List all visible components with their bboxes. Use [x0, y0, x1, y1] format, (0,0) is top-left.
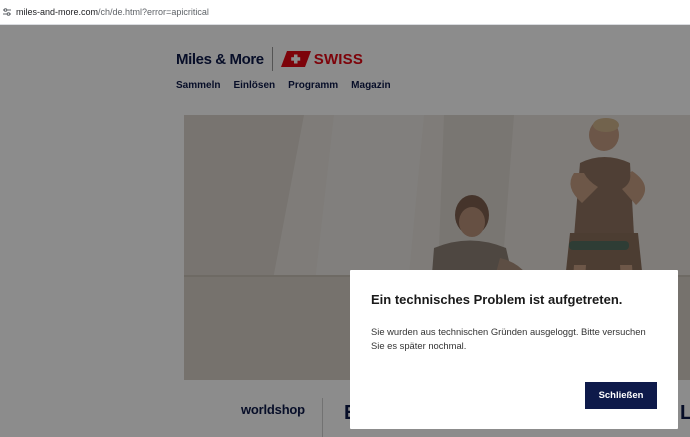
dialog-title: Ein technisches Problem ist aufgetreten.: [371, 292, 623, 307]
close-button[interactable]: Schließen: [585, 382, 657, 409]
tune-icon[interactable]: [2, 7, 12, 17]
address-bar[interactable]: miles-and-more.com/ch/de.html?error=apic…: [0, 0, 690, 25]
dialog-message: Sie wurden aus technischen Gründen ausge…: [371, 326, 646, 351]
error-dialog: Ein technisches Problem ist aufgetreten.…: [350, 270, 678, 429]
url-host[interactable]: miles-and-more.com: [16, 7, 98, 17]
url-path[interactable]: /ch/de.html?error=apicritical: [98, 7, 209, 17]
